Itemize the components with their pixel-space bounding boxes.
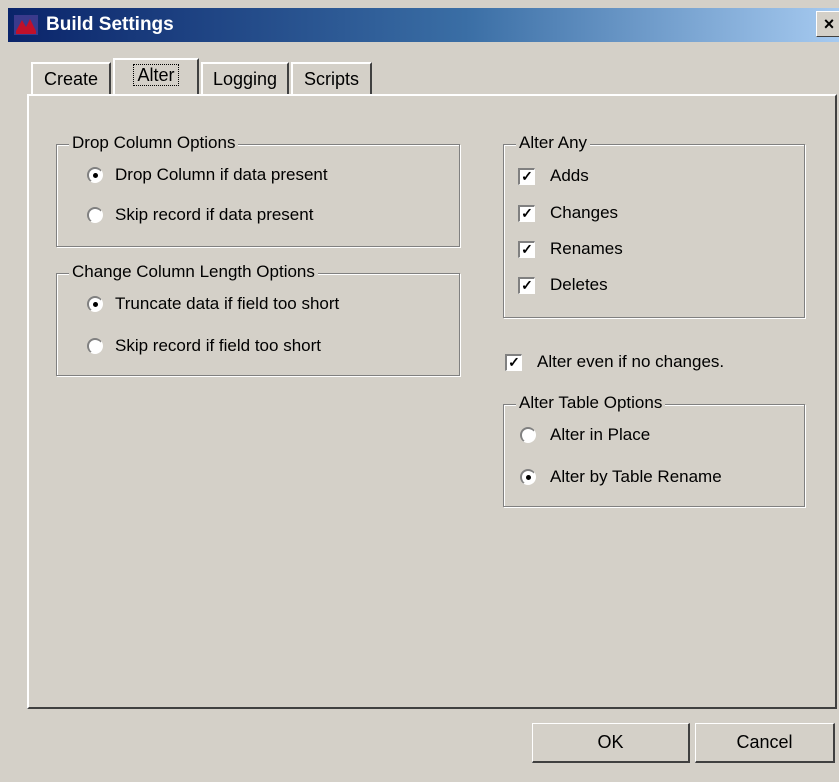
- option-label: Changes: [550, 203, 619, 222]
- radio-indicator[interactable]: [87, 338, 103, 354]
- group-title: Alter Table Options: [516, 393, 666, 413]
- option-label: Skip record if data present: [115, 205, 314, 224]
- option-label: Deletes: [550, 275, 608, 294]
- tab-alter[interactable]: Alter: [113, 58, 199, 94]
- app-icon: [14, 15, 38, 35]
- group-title: Drop Column Options: [69, 133, 239, 153]
- radio-indicator[interactable]: [87, 207, 103, 223]
- radio-indicator[interactable]: [87, 167, 103, 183]
- option-label: Truncate data if field too short: [115, 294, 340, 313]
- option-label: Skip record if field too short: [115, 336, 321, 355]
- tab-panel-alter: Drop Column Options Drop Column if data …: [27, 94, 837, 709]
- drop-column-options-group: Drop Column Options Drop Column if data …: [56, 133, 460, 247]
- close-button[interactable]: ×: [816, 11, 839, 37]
- window-title: Build Settings: [46, 14, 174, 35]
- tab-scripts[interactable]: Scripts: [291, 62, 372, 94]
- checkbox-indicator[interactable]: ✓: [505, 354, 522, 371]
- ok-button[interactable]: OK: [532, 723, 690, 763]
- checkbox-indicator[interactable]: ✓: [518, 205, 535, 222]
- tab-logging[interactable]: Logging: [201, 62, 289, 94]
- option-label: Adds: [550, 166, 589, 185]
- radio-indicator[interactable]: [520, 427, 536, 443]
- radio-indicator[interactable]: [87, 296, 103, 312]
- checkbox-indicator[interactable]: ✓: [518, 241, 535, 258]
- title-bar: Build Settings ×: [8, 8, 839, 42]
- option-label: Alter by Table Rename: [550, 467, 722, 486]
- checkbox-indicator[interactable]: ✓: [518, 168, 535, 185]
- option-label: Renames: [550, 239, 623, 258]
- option-label: Alter even if no changes.: [537, 352, 725, 371]
- tab-scripts-label: Scripts: [303, 69, 359, 89]
- checkbox-indicator[interactable]: ✓: [518, 277, 535, 294]
- radio-indicator[interactable]: [520, 469, 536, 485]
- group-title: Change Column Length Options: [69, 262, 318, 282]
- tab-alter-label: Alter: [133, 64, 179, 86]
- alter-table-options-group: Alter Table Options Alter in Place Alter…: [503, 393, 805, 507]
- alter-any-group: Alter Any ✓ Adds ✓ Changes ✓ Renames ✓ D…: [503, 133, 805, 318]
- group-title: Alter Any: [516, 133, 591, 153]
- build-settings-dialog: Build Settings × Create Alter Logging Sc…: [0, 0, 839, 782]
- change-column-length-group: Change Column Length Options Truncate da…: [56, 262, 460, 376]
- option-label: Alter in Place: [550, 425, 651, 444]
- tab-create-label: Create: [43, 69, 99, 89]
- option-label: Drop Column if data present: [115, 165, 328, 184]
- tab-logging-label: Logging: [212, 69, 278, 89]
- tab-create[interactable]: Create: [31, 62, 111, 94]
- cancel-button[interactable]: Cancel: [695, 723, 835, 763]
